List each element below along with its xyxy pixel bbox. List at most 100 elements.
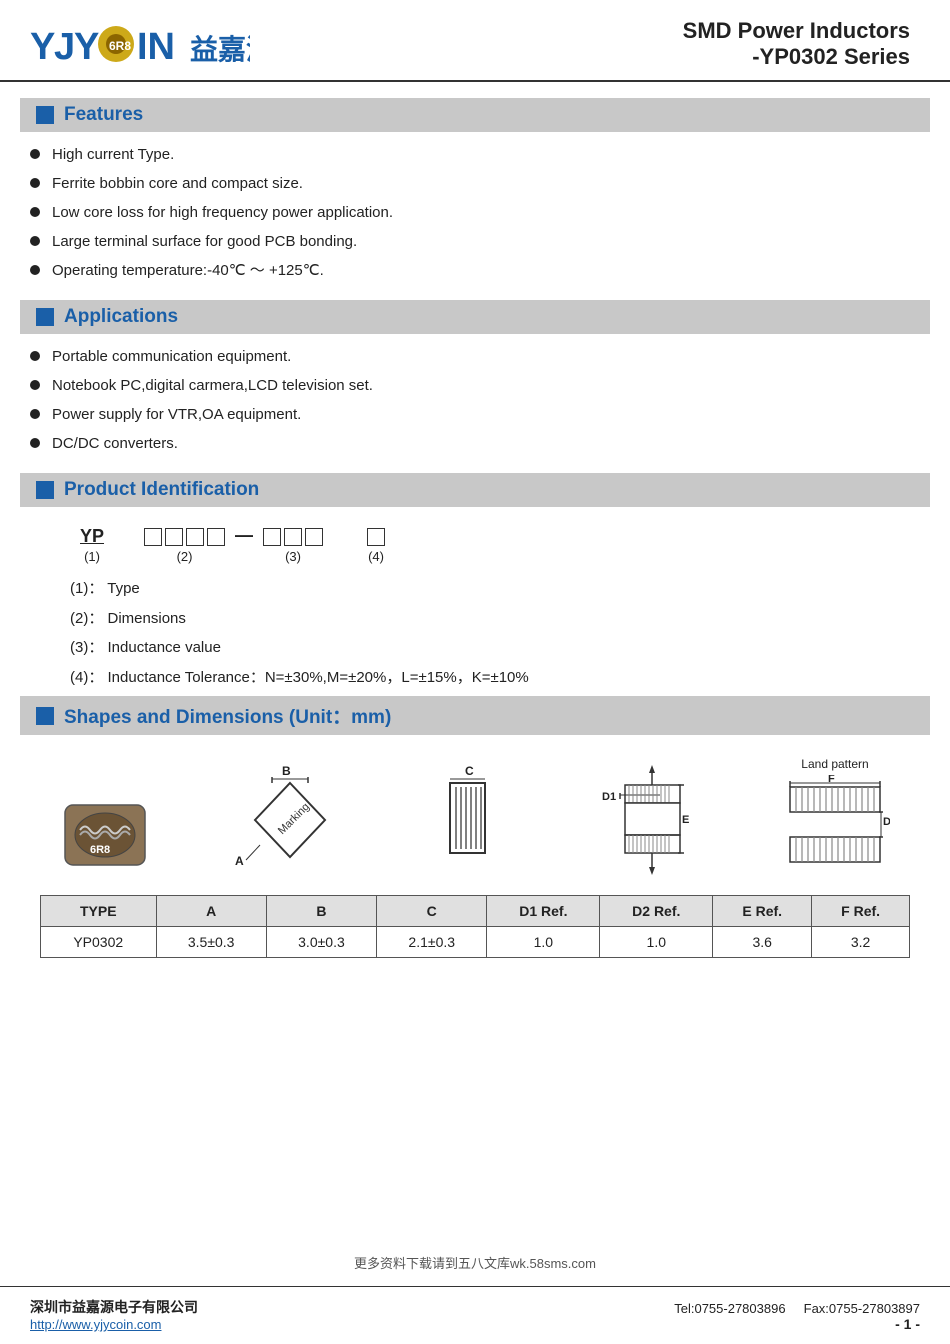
inductor-svg: 6R8 (60, 795, 150, 875)
shapes-area: 6R8 B M (20, 747, 930, 958)
pid-part1: YP (1) (80, 526, 104, 564)
table-header-d1: D1 Ref. (487, 896, 600, 927)
inductor-photo: 6R8 (60, 795, 150, 875)
bullet-dot (30, 380, 40, 390)
applications-title: Applications (64, 306, 178, 328)
row-f: 3.2 (812, 927, 910, 958)
row-d2: 1.0 (600, 927, 713, 958)
feature-item-1: High current Type. (30, 143, 930, 167)
product-id-icon (36, 481, 54, 499)
footer-fax: Fax:0755-27803897 (804, 1301, 920, 1316)
features-list: High current Type. Ferrite bobbin core a… (20, 132, 930, 294)
app-item-2: Notebook PC,digital carmera,LCD televisi… (30, 374, 930, 398)
svg-text:Y: Y (74, 26, 99, 68)
app-item-4: DC/DC converters. (30, 432, 930, 456)
footer-left: 深圳市益嘉源电子有限公司 http://www.yjycoin.com (30, 1297, 198, 1332)
svg-text:Y: Y (30, 26, 55, 68)
feature-item-3: Low core loss for high frequency power a… (30, 201, 930, 225)
row-c: 2.1±0.3 (377, 927, 487, 958)
app-item-3: Power supply for VTR,OA equipment. (30, 403, 930, 427)
row-b: 3.0±0.3 (266, 927, 376, 958)
table-header-b: B (266, 896, 376, 927)
logo-area: Y J Y 6R8 IN 益嘉源 (30, 19, 250, 69)
page-footer: 深圳市益嘉源电子有限公司 http://www.yjycoin.com Tel:… (0, 1286, 950, 1344)
row-d1: 1.0 (487, 927, 600, 958)
app-item-1: Portable communication equipment. (30, 345, 930, 369)
d1-e-view: D1 (600, 765, 700, 875)
product-id-content: YP (1) (2 (0, 525, 950, 689)
svg-text:C: C (465, 765, 474, 778)
product-id-diagram: YP (1) (2 (70, 525, 900, 564)
features-icon (36, 106, 54, 124)
table-header-type: TYPE (41, 896, 157, 927)
pid-part4: (4) (367, 528, 385, 564)
rect-svg: C (430, 765, 520, 875)
row-e: 3.6 (713, 927, 812, 958)
feature-item-5: Operating temperature:-40℃ ～ +125℃. (30, 259, 930, 283)
table-row: YP0302 3.5±0.3 3.0±0.3 2.1±0.3 1.0 1.0 3… (41, 927, 910, 958)
svg-text:E: E (682, 814, 689, 826)
product-id-section-header: Product Identification (20, 473, 930, 507)
table-header-e: E Ref. (713, 896, 812, 927)
rect-component: C (430, 765, 520, 875)
bullet-dot (30, 438, 40, 448)
bottom-note: 更多资料下载请到五八文库wk.58sms.com (0, 1247, 950, 1276)
svg-text:IN: IN (137, 26, 175, 68)
footer-company: 深圳市益嘉源电子有限公司 (30, 1297, 198, 1317)
applications-content: Portable communication equipment. Notebo… (0, 334, 950, 467)
land-pattern: Land pattern F (780, 757, 890, 875)
page-header: Y J Y 6R8 IN 益嘉源 SMD Power Inductors (0, 0, 950, 82)
bullet-dot (30, 236, 40, 246)
table-header-c: C (377, 896, 487, 927)
d1e-svg: D1 (600, 765, 700, 875)
land-svg: F (780, 775, 890, 875)
svg-text:A: A (235, 854, 244, 868)
bullet-dot (30, 265, 40, 275)
svg-text:6R8: 6R8 (109, 39, 131, 53)
footer-tel: Tel:0755-27803896 (674, 1301, 785, 1316)
shapes-title: Shapes and Dimensions (Unit：mm) (64, 702, 391, 729)
diagrams-row: 6R8 B M (20, 747, 930, 895)
pid-desc-1: (1)： Type (70, 578, 930, 601)
pid-desc-3: (3)： Inductance value (70, 637, 930, 660)
svg-text:F: F (828, 775, 835, 785)
shapes-section-header: Shapes and Dimensions (Unit：mm) (20, 696, 930, 735)
bullet-dot (30, 409, 40, 419)
applications-list: Portable communication equipment. Notebo… (20, 334, 930, 467)
applications-icon (36, 308, 54, 326)
footer-contact: Tel:0755-27803896 Fax:0755-27803897 (674, 1301, 920, 1316)
svg-text:B: B (282, 765, 291, 778)
svg-text:6R8: 6R8 (90, 844, 110, 856)
svg-text:D2: D2 (883, 816, 890, 828)
land-pattern-label: Land pattern (801, 757, 868, 771)
row-a: 3.5±0.3 (156, 927, 266, 958)
product-id-title: Product Identification (64, 479, 259, 501)
bullet-dot (30, 351, 40, 361)
table-header-f: F Ref. (812, 896, 910, 927)
svg-text:D1: D1 (602, 791, 616, 803)
shapes-icon (36, 707, 54, 725)
pid-desc-4: (4)： Inductance Tolerance：N=±30%,M=±20%，… (70, 667, 930, 690)
features-content: High current Type. Ferrite bobbin core a… (0, 132, 950, 294)
title-line1: SMD Power Inductors (683, 18, 910, 44)
title-line2: -YP0302 Series (683, 44, 910, 70)
feature-item-4: Large terminal surface for good PCB bond… (30, 230, 930, 254)
table-header-d2: D2 Ref. (600, 896, 713, 927)
diamond-shape: B Marking A (230, 765, 350, 875)
pid-part3: (3) (263, 528, 323, 564)
svg-text:Marking: Marking (276, 801, 312, 837)
applications-section-header: Applications (20, 300, 930, 334)
feature-item-2: Ferrite bobbin core and compact size. (30, 172, 930, 196)
header-title: SMD Power Inductors -YP0302 Series (683, 18, 910, 70)
logo-svg: Y J Y 6R8 IN 益嘉源 (30, 19, 250, 69)
footer-website[interactable]: http://www.yjycoin.com (30, 1317, 162, 1332)
pid-desc-2: (2)： Dimensions (70, 608, 930, 631)
diamond-svg: B Marking A (230, 765, 350, 875)
table-header-a: A (156, 896, 266, 927)
pid-part2: (2) (144, 528, 225, 564)
bullet-dot (30, 178, 40, 188)
features-section-header: Features (20, 98, 930, 132)
bullet-dot (30, 207, 40, 217)
features-title: Features (64, 104, 143, 126)
dimensions-table: TYPE A B C D1 Ref. D2 Ref. E Ref. F Ref. (40, 895, 910, 958)
